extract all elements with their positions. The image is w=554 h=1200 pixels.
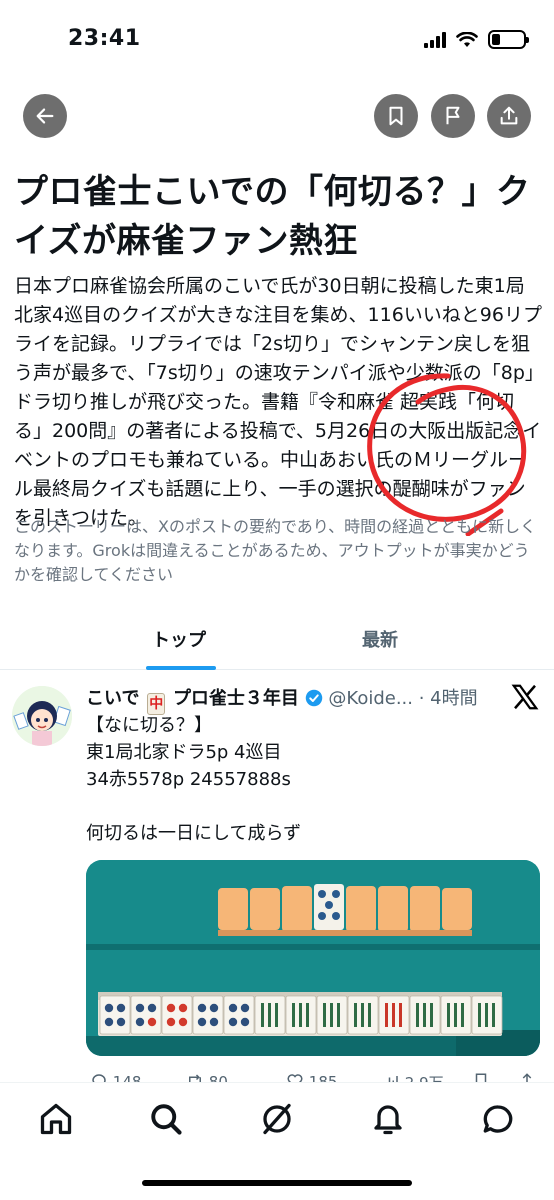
- tab-latest[interactable]: 最新: [362, 626, 398, 652]
- hand-tile: [285, 995, 317, 1035]
- arrow-left-icon: [36, 108, 54, 124]
- author-name-suffix[interactable]: プロ雀士３年目: [173, 688, 299, 709]
- avatar[interactable]: [12, 686, 72, 746]
- bookmark-button[interactable]: [374, 94, 418, 138]
- status-bar: 23:41: [0, 0, 554, 84]
- hand-tile: [471, 995, 503, 1035]
- hand-tile: [347, 995, 379, 1035]
- active-tab-indicator: [146, 666, 216, 670]
- hand-tile: [192, 995, 224, 1035]
- tab-top[interactable]: トップ: [152, 626, 206, 652]
- hand-tile: [130, 995, 162, 1035]
- post-image[interactable]: [86, 860, 540, 1056]
- hand-tile: [254, 995, 286, 1035]
- wifi-icon: [456, 31, 478, 47]
- notifications-bell-icon[interactable]: [370, 1101, 406, 1137]
- post-header: こいで 中 プロ雀士３年目 @Koide... · 4時間: [86, 684, 506, 715]
- hand-tile: [440, 995, 472, 1035]
- cellular-signal-icon: [424, 31, 446, 48]
- flag-icon: [446, 106, 460, 125]
- status-time: 23:41: [68, 26, 141, 51]
- red-circle-annotation: [367, 373, 527, 536]
- share-icon: [500, 106, 518, 125]
- report-button[interactable]: [431, 94, 475, 138]
- hand-tile: [316, 995, 348, 1035]
- x-logo-icon[interactable]: [510, 682, 540, 712]
- home-indicator: [142, 1180, 412, 1186]
- hand-tile: [99, 995, 131, 1035]
- hand-tile: [409, 995, 441, 1035]
- home-icon[interactable]: [38, 1101, 74, 1137]
- hand-tile: [378, 995, 410, 1035]
- hand-tile: [161, 995, 193, 1035]
- share-button[interactable]: [487, 94, 531, 138]
- feed-tabs: トップ 最新: [0, 612, 554, 670]
- battery-icon: [488, 30, 529, 49]
- author-name-prefix[interactable]: こいで: [86, 688, 139, 709]
- messages-icon[interactable]: [480, 1101, 516, 1137]
- bookmark-icon: [389, 106, 403, 126]
- grok-icon[interactable]: [259, 1101, 295, 1137]
- anime-avatar-image: [12, 686, 72, 746]
- hand-tile: [223, 995, 255, 1035]
- mahjong-tiles-photo: [86, 860, 540, 1056]
- story-title: プロ雀士こいでの「何切る？」クイズが麻雀ファン熱狂: [14, 172, 531, 261]
- author-handle[interactable]: @Koide...: [328, 688, 413, 709]
- post-text: 【なに切る？】 東1局北家ドラ5p 4巡目 34赤5578p 24557888s…: [86, 715, 302, 844]
- back-button[interactable]: [23, 94, 67, 138]
- post-time: · 4時間: [418, 688, 478, 709]
- ai-disclaimer: このストーリーは、Xのポストの要約であり、時間の経過とともに新しくなります。Gr…: [14, 517, 537, 584]
- verified-badge-icon: [305, 689, 323, 712]
- search-icon[interactable]: [148, 1101, 184, 1137]
